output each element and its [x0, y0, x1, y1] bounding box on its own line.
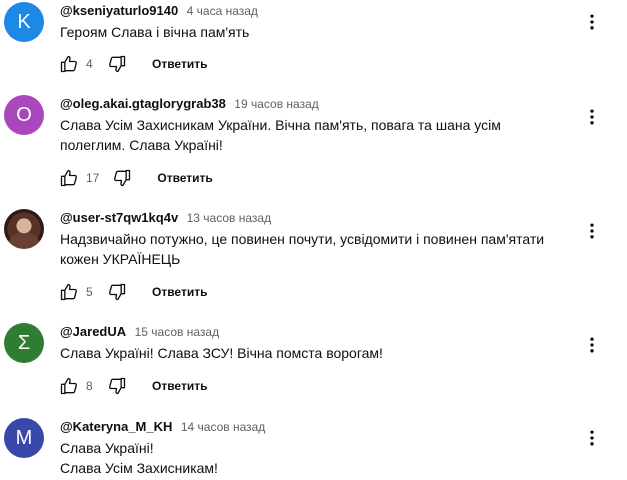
comment-time[interactable]: 19 часов назад [234, 97, 318, 111]
thumb-down-outline-icon [114, 169, 131, 187]
comment-header: @oleg.akai.gtaglorygrab38 19 часов назад [60, 95, 319, 113]
like-count: 8 [86, 379, 93, 393]
like-count: 17 [86, 171, 100, 185]
more-vert-icon [590, 109, 594, 125]
comment-menu-button[interactable] [580, 426, 604, 450]
comment-menu-button[interactable] [580, 10, 604, 34]
comment-actions: 5 Ответить [58, 280, 207, 304]
reply-button[interactable]: Ответить [152, 379, 207, 393]
author-name[interactable]: @JaredUA [60, 324, 126, 339]
thumb-down-outline-icon [109, 55, 126, 73]
reply-button[interactable]: Ответить [152, 57, 207, 71]
avatar[interactable]: O [4, 95, 44, 135]
comment-text: Слава Україні! Слава Усім Захисникам! [60, 440, 218, 476]
dislike-button[interactable] [106, 375, 128, 397]
thumb-down-outline-icon [109, 283, 126, 301]
comment-header: @JaredUA 15 часов назад [60, 323, 219, 341]
comment-time[interactable]: 15 часов назад [135, 325, 219, 339]
like-button[interactable] [58, 375, 80, 397]
author-name[interactable]: @user-st7qw1kq4v [60, 210, 178, 225]
like-button[interactable] [58, 53, 80, 75]
comment-text: Героям Слава і вічна пам'ять [60, 24, 250, 40]
author-name[interactable]: @kseniyaturlo9140 [60, 3, 178, 18]
dislike-button[interactable] [111, 167, 133, 189]
comment-menu-button[interactable] [580, 219, 604, 243]
more-vert-icon [590, 223, 594, 239]
reply-button[interactable]: Ответить [157, 171, 212, 185]
comment-header: @Kateryna_M_KH 14 часов назад [60, 418, 265, 436]
thumb-up-outline-icon [60, 283, 77, 301]
thumb-down-outline-icon [109, 377, 126, 395]
more-vert-icon [590, 430, 594, 446]
like-button[interactable] [58, 167, 80, 189]
comment-time[interactable]: 4 часа назад [187, 4, 258, 18]
comment-text: Слава Усім Захисникам України. Вічна пам… [60, 117, 501, 153]
comment-actions: 17 Ответить [58, 166, 213, 190]
dislike-button[interactable] [106, 53, 128, 75]
dislike-button[interactable] [106, 281, 128, 303]
comment-text: Надзвичайно потужно, це повинен почути, … [60, 231, 545, 267]
reply-button[interactable]: Ответить [152, 285, 207, 299]
avatar[interactable]: Σ [4, 323, 44, 363]
avatar[interactable]: M [4, 418, 44, 458]
like-count: 4 [86, 57, 93, 71]
avatar[interactable] [4, 209, 44, 249]
more-vert-icon [590, 337, 594, 353]
thumb-up-outline-icon [60, 377, 77, 395]
author-name[interactable]: @Kateryna_M_KH [60, 419, 172, 434]
like-count: 5 [86, 285, 93, 299]
comment-actions: 8 Ответить [58, 374, 207, 398]
thumb-up-outline-icon [60, 55, 77, 73]
more-vert-icon [590, 14, 594, 30]
comment-actions: 4 Ответить [58, 52, 207, 76]
author-name[interactable]: @oleg.akai.gtaglorygrab38 [60, 96, 226, 111]
comment-time[interactable]: 14 часов назад [181, 420, 265, 434]
avatar[interactable]: K [4, 2, 44, 42]
comment-menu-button[interactable] [580, 333, 604, 357]
comment-time[interactable]: 13 часов назад [187, 211, 271, 225]
comment-header: @kseniyaturlo9140 4 часа назад [60, 2, 258, 20]
like-button[interactable] [58, 281, 80, 303]
thumb-up-outline-icon [60, 169, 77, 187]
comment-text: Слава Україні! Слава ЗСУ! Вічна помста в… [60, 345, 383, 361]
comment-menu-button[interactable] [580, 105, 604, 129]
comment-header: @user-st7qw1kq4v 13 часов назад [60, 209, 271, 227]
